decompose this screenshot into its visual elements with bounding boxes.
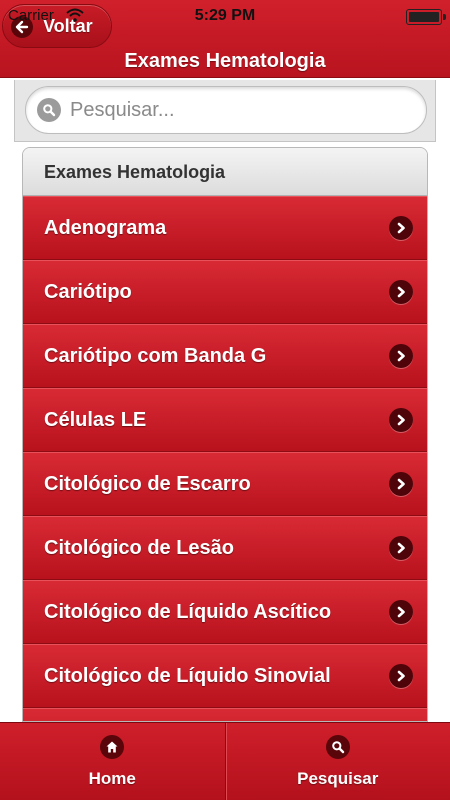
list-item-label: Citológico de Lesão xyxy=(44,537,235,559)
page-title: Exames Hematologia xyxy=(124,50,326,72)
list-item[interactable]: Células LE xyxy=(23,388,427,452)
tab-search[interactable]: Pesquisar xyxy=(224,723,450,800)
tab-bar: Home Pesquisar xyxy=(0,722,450,800)
list-item[interactable]: Citológico de Escarro xyxy=(23,452,427,516)
search-input[interactable] xyxy=(25,86,427,134)
chevron-right-icon xyxy=(389,344,413,368)
list-header: Exames Hematologia xyxy=(23,148,427,196)
search-bar xyxy=(14,80,436,142)
list-item[interactable]: Citológico de Lesão xyxy=(23,516,427,580)
chevron-right-icon xyxy=(389,280,413,304)
chevron-right-icon xyxy=(389,600,413,624)
chevron-right-icon xyxy=(389,408,413,432)
list-item-label: Células LE xyxy=(44,409,147,431)
search-icon xyxy=(325,735,350,759)
list-item-label: Citológico de Escarro xyxy=(44,473,251,495)
tab-home[interactable]: Home xyxy=(0,723,225,800)
list-item-label: Cariótipo xyxy=(44,281,132,303)
list-item-label: Adenograma xyxy=(44,217,167,239)
list-item[interactable] xyxy=(23,708,427,721)
chevron-right-icon xyxy=(389,472,413,496)
chevron-right-icon xyxy=(389,216,413,240)
chevron-right-icon xyxy=(389,664,413,688)
list-item-label: Citológico de Líquido Ascítico xyxy=(44,601,332,623)
home-icon xyxy=(100,735,125,759)
exam-list: Exames Hematologia Adenograma Cariótipo … xyxy=(22,147,428,722)
list-item[interactable]: Citológico de Líquido Sinovial xyxy=(23,644,427,708)
list-item-label: Cariótipo com Banda G xyxy=(44,345,267,367)
list-item[interactable]: Adenograma xyxy=(23,196,427,260)
list-item[interactable]: Cariótipo com Banda G xyxy=(23,324,427,388)
status-time: 5:29 PM xyxy=(194,7,256,24)
battery-icon xyxy=(406,9,446,25)
tab-home-label: Home xyxy=(88,769,136,788)
tab-search-label: Pesquisar xyxy=(297,769,379,788)
search-icon xyxy=(37,98,61,122)
list-item[interactable]: Cariótipo xyxy=(23,260,427,324)
list-item-label: Citológico de Líquido Sinovial xyxy=(44,665,331,687)
chevron-right-icon xyxy=(389,536,413,560)
status-bar: Carrier 5:29 PM xyxy=(0,0,450,34)
list-item[interactable]: Citológico de Líquido Ascítico xyxy=(23,580,427,644)
